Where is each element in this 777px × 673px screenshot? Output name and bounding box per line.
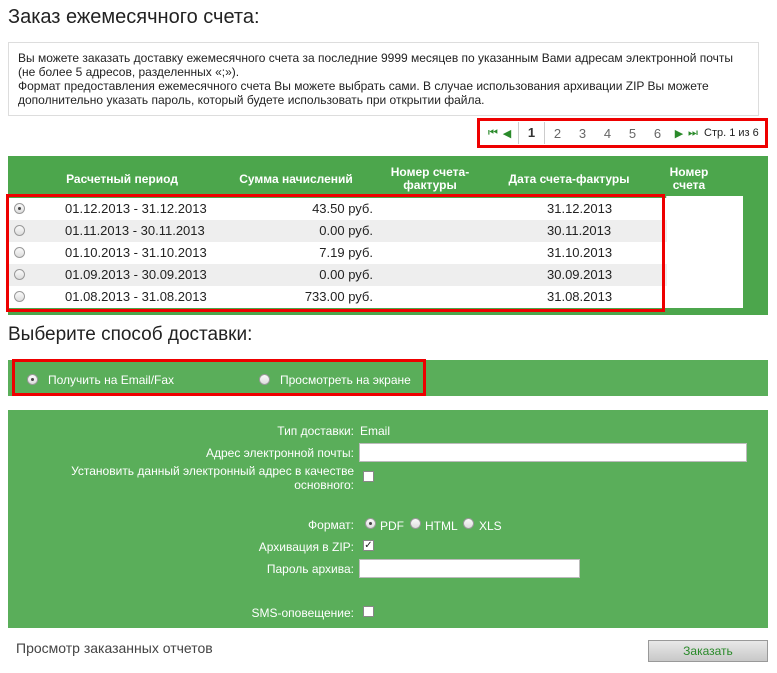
next-page-icon[interactable]: ▶	[674, 127, 684, 140]
sms-checkbox[interactable]	[363, 606, 374, 617]
email-input[interactable]	[359, 443, 747, 462]
format-label: Формат:	[308, 518, 354, 532]
delivery-highlight	[12, 359, 426, 396]
page-5-link[interactable]: 5	[620, 126, 645, 141]
page-2-link[interactable]: 2	[545, 126, 570, 141]
page-1-link[interactable]: 1	[518, 122, 545, 144]
rows-highlight	[6, 194, 665, 312]
zip-checkbox[interactable]: ✓	[363, 540, 374, 551]
zip-label: Архивация в ZIP:	[258, 540, 354, 554]
default-email-label: Установить данный электронный адрес в ка…	[71, 464, 354, 492]
format-xls-label[interactable]: XLS	[479, 519, 502, 533]
page-title: Заказ ежемесячного счета:	[8, 6, 260, 28]
format-pdf-label[interactable]: PDF	[380, 519, 404, 533]
account-number-column	[666, 196, 743, 308]
header-invoice-number: Номер счета-фактуры	[390, 165, 470, 192]
default-email-label-line1: Установить данный электронный адрес в ка…	[71, 464, 354, 478]
order-button[interactable]: Заказать	[648, 640, 768, 662]
header-account-number: Номер счета	[669, 165, 709, 192]
sms-label: SMS-оповещение:	[251, 606, 354, 620]
page-count-label: Стр. 1 из 6	[704, 127, 759, 139]
header-period: Расчетный период	[66, 172, 178, 186]
format-pdf-radio[interactable]	[365, 518, 376, 529]
header-amount: Сумма начислений	[239, 172, 353, 186]
info-text-1: Вы можете заказать доставку ежемесячного…	[18, 51, 734, 79]
info-text-2: Формат предоставления ежемесячного счета…	[18, 79, 709, 107]
password-label: Пароль архива:	[266, 562, 354, 576]
format-xls-radio[interactable]	[463, 518, 474, 529]
default-email-label-line2: основного:	[294, 478, 354, 492]
delivery-heading: Выберите способ доставки:	[8, 324, 253, 345]
default-email-checkbox[interactable]	[363, 471, 374, 482]
delivery-type-label: Тип доставки:	[277, 424, 354, 438]
page-6-link[interactable]: 6	[645, 126, 670, 141]
header-invoice-date: Дата счета-фактуры	[508, 172, 630, 186]
format-html-label[interactable]: HTML	[425, 519, 458, 533]
prev-page-icon[interactable]: ◀	[502, 127, 512, 140]
ordered-reports-link[interactable]: Просмотр заказанных отчетов	[16, 640, 213, 656]
delivery-type-value: Email	[360, 424, 391, 438]
pagination: ⏮ ◀ 1 2 3 4 5 6 ▶ ⏭ Стр. 1 из 6	[477, 118, 768, 148]
first-page-icon[interactable]: ⏮	[488, 127, 498, 139]
page-3-link[interactable]: 3	[570, 126, 595, 141]
delivery-form: Тип доставки: Email Адрес электронной по…	[8, 410, 768, 628]
email-label: Адрес электронной почты:	[205, 446, 354, 460]
info-box: Вы можете заказать доставку ежемесячного…	[8, 42, 759, 116]
last-page-icon[interactable]: ⏭	[688, 127, 698, 139]
password-input[interactable]	[359, 559, 580, 578]
page-4-link[interactable]: 4	[595, 126, 620, 141]
format-html-radio[interactable]	[410, 518, 421, 529]
